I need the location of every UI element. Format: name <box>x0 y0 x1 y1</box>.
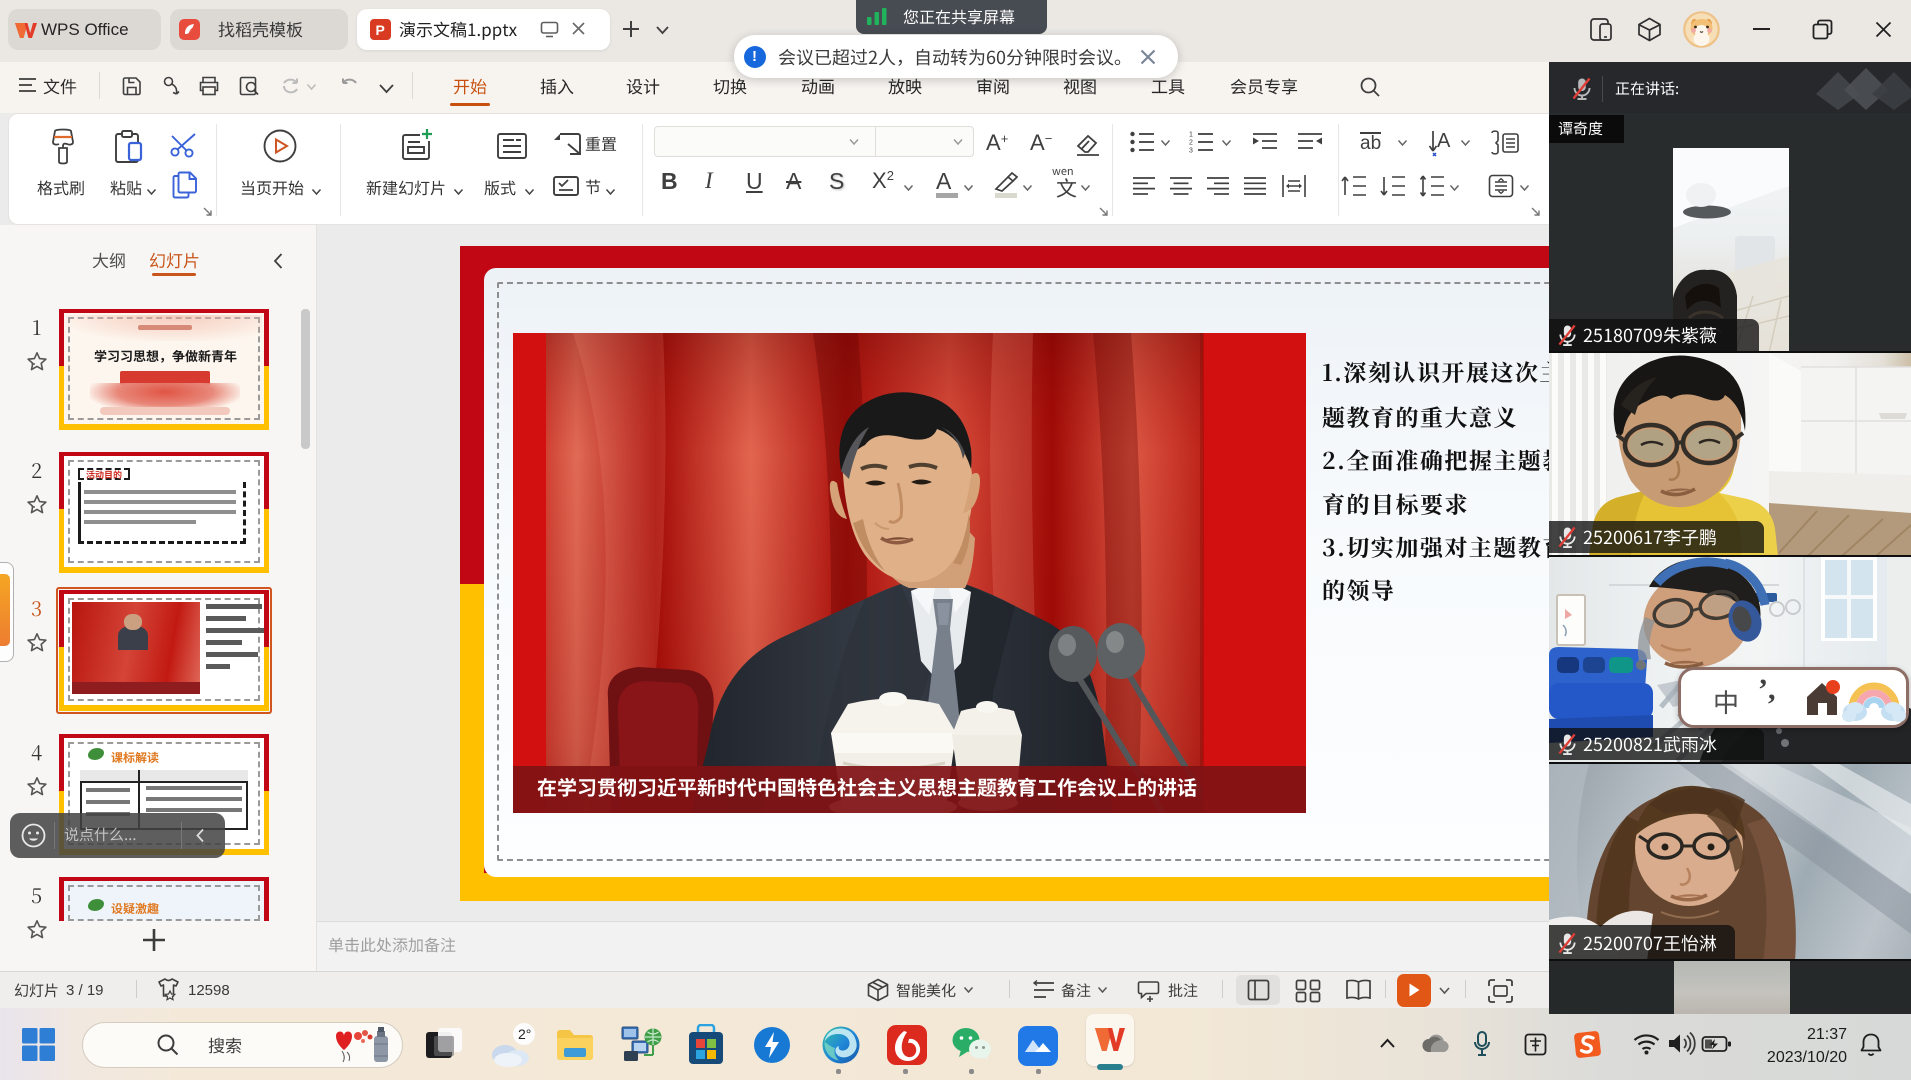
svg-text:3: 3 <box>1189 148 1193 155</box>
svg-text:2: 2 <box>1189 140 1193 147</box>
svg-text:1: 1 <box>1189 132 1193 139</box>
svg-text:P: P <box>376 22 385 38</box>
svg-text:A: A <box>1437 130 1451 152</box>
svg-text:2°: 2° <box>518 1026 531 1042</box>
